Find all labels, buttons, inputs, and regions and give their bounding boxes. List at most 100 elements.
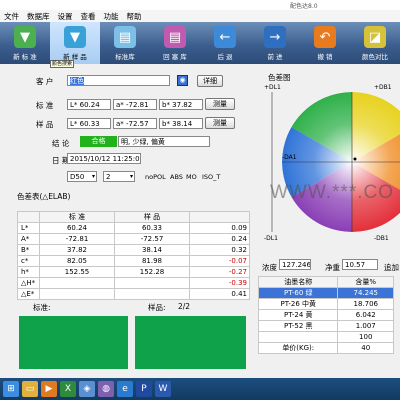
toolbar-button-2[interactable]: ▤ 标准库 (100, 22, 150, 64)
cell-content: 40 (337, 342, 394, 354)
toolbar-button-label: 颜色对比 (362, 53, 388, 61)
color-difference-plot: +DL1 -DL1 -DA1 +DB1 -DB1 (264, 84, 400, 242)
table-row[interactable]: PT-60 绿 74.245 (257, 287, 394, 299)
option-mo[interactable]: MO (186, 173, 197, 181)
windows-start-icon[interactable]: ⊞ (3, 381, 19, 397)
cell-std (39, 277, 115, 289)
net-weight-field[interactable]: 10.57 (342, 259, 378, 270)
standard-l-field[interactable]: L* 60.24 (67, 99, 111, 110)
table-row[interactable]: PT-52 黑 1.007 (257, 320, 394, 332)
cell-std: 152.55 (39, 266, 115, 278)
sample-a-field[interactable]: a* -72.57 (113, 118, 157, 129)
photoshop-icon[interactable]: P (136, 381, 152, 397)
illuminant-select[interactable]: D50 ▾ (67, 171, 97, 182)
word-icon[interactable]: W (155, 381, 171, 397)
sample-point (353, 157, 357, 161)
header-ink-name: 油墨名称 (257, 276, 339, 288)
toolbar-button-1[interactable]: ▼ 新 样 品 (50, 22, 100, 64)
toolbar-button-4[interactable]: ← 后 退 (200, 22, 250, 64)
table-row[interactable]: 单价(KG): 40 (257, 342, 394, 354)
menu-file[interactable]: 文件 (4, 11, 19, 22)
cell-std: 60.24 (39, 222, 115, 234)
app-icon[interactable]: ◍ (98, 381, 114, 397)
menu-database[interactable]: 数据库 (27, 11, 50, 22)
toolbar-button-0[interactable]: ▼ 新 标 准 (0, 22, 50, 64)
table-row[interactable]: PT-26 中黄 18.706 (257, 298, 394, 310)
measure-sample-button[interactable]: 测量 (205, 117, 235, 129)
tooltip: 颜色搜索 (50, 60, 74, 68)
table-row[interactable]: △E* 0.41 (17, 288, 250, 300)
standard-swatch-label: 标准: (33, 303, 51, 312)
standard-b-field[interactable]: b* 37.82 (159, 99, 203, 110)
sample-b-field[interactable]: b* 38.14 (159, 118, 203, 129)
cell-smp: 60.33 (114, 222, 190, 234)
table-row[interactable]: 100 (257, 331, 394, 343)
sample-color-swatch (135, 316, 246, 369)
toolbar-button-6[interactable]: ↶ 撤 销 (300, 22, 350, 64)
title-bar: 配色达8.0 (0, 0, 400, 10)
explorer-icon[interactable]: ▭ (22, 381, 38, 397)
toolbar-button-3[interactable]: ▤ 回 塞 库 (150, 22, 200, 64)
cell-d: 0.24 (189, 233, 250, 245)
net-weight-label: 净重 (325, 263, 340, 272)
detail-button[interactable]: 详细 (197, 75, 223, 87)
measure-standard-button[interactable]: 测量 (205, 98, 235, 110)
cell-content: 18.706 (337, 298, 394, 310)
table-row[interactable]: △H* -0.39 (17, 277, 250, 289)
standard-a-field[interactable]: a* -72.81 (113, 99, 157, 110)
excel-icon[interactable]: X (60, 381, 76, 397)
customer-input[interactable]: 红色 (67, 75, 170, 86)
table-row[interactable]: B* 37.82 38.14 0.32 (17, 244, 250, 256)
table-row[interactable]: h* 152.55 152.28 -0.27 (17, 266, 250, 278)
option-abs[interactable]: ABS (170, 173, 183, 181)
cell-smp: 38.14 (114, 244, 190, 256)
header-blank (17, 211, 40, 223)
cell-name: L* (17, 222, 40, 234)
observer-select[interactable]: 2 ▾ (103, 171, 135, 182)
cell-content: 74.245 (337, 287, 394, 299)
option-iso-t[interactable]: ISO_T (202, 173, 220, 181)
toolbar-button-label: 标准库 (115, 53, 135, 61)
back-arrow-icon: ← (214, 26, 236, 48)
cell-smp: -72.57 (114, 233, 190, 245)
standard-library-icon: ▤ (114, 26, 136, 48)
cell-smp: 81.98 (114, 255, 190, 267)
table-row[interactable]: L* 60.24 60.33 0.09 (17, 222, 250, 234)
table-row[interactable]: PT-24 黄 6.042 (257, 309, 394, 321)
toolbar-button-5[interactable]: → 前 进 (250, 22, 300, 64)
menu-settings[interactable]: 设置 (58, 11, 73, 22)
toolbar-button-label: 新 标 准 (13, 53, 37, 61)
concentration-field[interactable]: 127.246 (279, 259, 311, 270)
forward-arrow-icon: → (264, 26, 286, 48)
ie-icon[interactable]: e (117, 381, 133, 397)
network-icon[interactable]: ◈ (79, 381, 95, 397)
cell-d: 0.09 (189, 222, 250, 234)
header-sample: 样 品 (114, 211, 190, 223)
cell-name: A* (17, 233, 40, 245)
standard-label: 标 准 (36, 101, 54, 110)
cell-d: 0.41 (189, 288, 250, 300)
header-delta (189, 211, 250, 223)
sample-l-field[interactable]: L* 60.33 (67, 118, 111, 129)
cell-d: -0.39 (189, 277, 250, 289)
standard-color-swatch (19, 316, 128, 369)
cell-ink-name: PT-24 黄 (257, 309, 339, 321)
media-player-icon[interactable]: ▶ (41, 381, 57, 397)
menu-functions[interactable]: 功能 (104, 11, 119, 22)
toolbar-button-7[interactable]: ◪ 颜色对比 (350, 22, 400, 64)
search-icon[interactable]: ◉ (177, 75, 188, 86)
color-diff-table: 标 准 样 品 L* 60.24 60.33 0.09 A* -72.81 -72.57 0.… (17, 211, 250, 300)
menu-view[interactable]: 查看 (81, 11, 96, 22)
option-nopol[interactable]: noPOL (145, 173, 166, 181)
date-field[interactable]: 2015/10/12 11:25:0 (67, 153, 141, 164)
toolbar: ▼ 新 标 准 ▼ 新 样 品 ▤ 标准库 ▤ 回 塞 库 ← 后 退 → 前 进 ↶ 撤 销 ◪ 颜色对比 (0, 22, 400, 64)
table-row[interactable]: c* 82.05 81.98 -0.07 (17, 255, 250, 267)
ink-recipe-table: 油墨名称 含量% PT-60 绿 74.245 PT-26 中黄 18.706 PT-2… (257, 276, 394, 354)
menu-bar: 文件 数据库 设置 查看 功能 帮助 (0, 10, 400, 22)
comment-field[interactable]: 明, 少绿, 偏黄 (118, 136, 210, 147)
page-indicator: 2/2 (178, 302, 191, 311)
l-axis-top-label: +DL1 (264, 84, 281, 91)
cell-ink-name: PT-60 绿 (257, 287, 339, 299)
menu-help[interactable]: 帮助 (127, 11, 142, 22)
table-row[interactable]: A* -72.81 -72.57 0.24 (17, 233, 250, 245)
